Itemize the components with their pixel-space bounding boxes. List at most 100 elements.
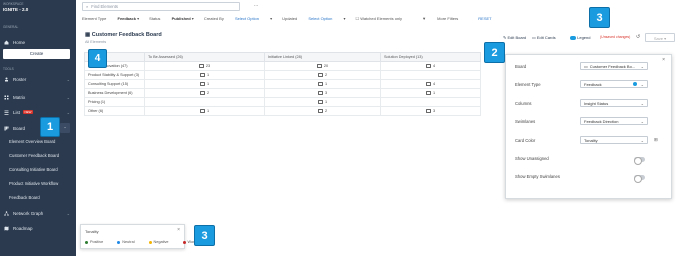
status-filter-label: Status [149,16,161,21]
chevron-down-icon: ⌄ [66,210,70,216]
created-by-filter[interactable]: Created By Select Option ▾ [204,16,272,21]
board-sub-item[interactable]: Consulting Initiative Board [9,167,58,172]
filter-icon: ▼ [422,16,427,21]
board-sub-item[interactable]: Feedback Board [9,195,40,200]
card-count-cell[interactable]: 23 [144,61,265,71]
board-sub-item[interactable]: Customer Feedback Board [9,153,59,158]
columns-select[interactable]: Insight Status ⌄ [580,99,648,107]
card-color-select-value: Tonality [584,137,598,143]
palette-icon[interactable]: ⊞ [654,137,658,143]
board-sub-item[interactable]: Product Initiative Workflow [9,181,58,186]
card-icon [316,64,322,68]
save-button[interactable]: Save ▾ [645,33,675,42]
legend-toggle[interactable]: Legend [570,35,590,40]
workspace-name[interactable]: IGNITE - 2.0 [3,7,28,12]
element-type-select[interactable]: Feedback ⌄ [580,80,648,88]
card-color-setting-label: Card Color [515,138,536,143]
show-unassigned-toggle[interactable] [634,156,645,165]
create-button[interactable]: Create [3,49,70,59]
table-row: Consulting Support (15) 1 1 4 [84,79,481,89]
column-header[interactable]: Solution Deployed (13) [380,52,481,62]
card-count-cell[interactable]: 2 [264,70,381,80]
card-color-select[interactable]: Tonality ⌄ [580,136,648,144]
column-header[interactable]: To Be Assessed (26) [144,52,265,62]
matrix-label: Matrix [13,94,26,100]
wondering-dot-icon [182,240,186,244]
list-label: List [13,109,21,115]
sidebar-item-network-graph[interactable]: Network Graph ⌄ [0,208,76,218]
edit-board-button[interactable]: ✎ Edit Board [503,35,526,40]
card-count-cell[interactable]: 2 [144,88,265,98]
undo-icon[interactable]: ↺ [636,34,640,40]
element-type-filter-label: Element Type [82,16,107,21]
chevron-down-icon: ⌄ [640,100,644,106]
close-icon[interactable]: × [177,227,180,233]
columns-setting-label: Columns [515,101,532,106]
column-header[interactable]: Initiative Linked (28) [264,52,381,62]
swimlane-label[interactable]: Business Development (6) [84,88,145,98]
card-count-cell[interactable]: 4 [380,79,481,89]
card-count: 1 [324,100,328,104]
legend-item: Positive [85,240,110,244]
swimlane-label[interactable]: Other (6) [84,106,145,116]
card-icon [199,82,205,86]
card-icon [199,73,205,77]
card-count-cell[interactable]: 3 [380,106,481,116]
swimlanes-setting-label: Swimlanes [515,119,536,124]
table-header-row: To Be Assessed (26) Initiative Linked (2… [84,52,481,62]
swimlane-label[interactable]: Product Stability & Support (3) [84,70,145,80]
sidebar-item-list[interactable]: List NEW ⌄ [0,107,76,117]
sidebar-item-home[interactable]: Home [0,37,76,47]
sidebar-item-matrix[interactable]: Matrix ⌄ [0,92,76,102]
clear-icon[interactable] [633,82,637,86]
status-filter[interactable]: Status Published ▾ [149,16,194,21]
card-count: 1 [206,109,210,113]
element-type-filter-value: Feedback [117,16,136,21]
chevron-down-icon: ⌄ [640,137,644,143]
search-input[interactable]: ⌕ Find Elements [82,2,240,11]
card-count-cell[interactable]: 4 [380,61,481,71]
edit-cards-button[interactable]: ▭ Edit Cards [532,35,556,40]
card-count-cell[interactable]: 1 [144,106,265,116]
board-sub-item[interactable]: Element Overview Board [9,139,55,144]
matrix-icon [4,95,9,100]
updated-filter[interactable]: Updated Select Option ▾ [282,16,345,21]
card-count: 2 [206,91,210,95]
card-count-cell [144,97,265,107]
positive-dot-icon [85,240,88,244]
reset-button[interactable]: RESET [478,16,491,21]
legend-item-label: Positive [90,240,104,244]
roster-icon [4,77,9,82]
swimlane-label[interactable]: Consulting Support (15) [84,79,145,89]
more-filters-button[interactable]: ▼ More Filters [422,16,468,21]
card-count-cell[interactable]: 1 [380,88,481,98]
sidebar-item-roadmap[interactable]: Roadmap [0,223,76,233]
element-type-filter[interactable]: Element Type Feedback ▾ [82,16,139,21]
card-count: 1 [206,73,210,77]
board-collapse-toggle[interactable]: ⌃ [60,123,70,133]
swimlanes-select[interactable]: Feedback Direction ⌄ [580,117,648,125]
card-count-cell[interactable]: 1 [144,70,265,80]
chevron-down-icon: ⌄ [640,118,644,124]
table-row: Other (6) 1 2 3 [84,106,481,116]
card-count-cell [380,97,481,107]
more-options-icon[interactable]: ... [254,2,258,8]
list-icon [4,110,9,115]
card-count-cell[interactable]: 1 [264,97,381,107]
card-icon [425,109,431,113]
board-select[interactable]: ▭ Customer Feedback Bo... ⌄ [580,62,648,70]
card-count-cell[interactable]: 3 [264,88,381,98]
card-count-cell[interactable]: 2 [264,106,381,116]
board-settings-panel: × Board ▭ Customer Feedback Bo... ⌄ Elemen… [505,54,672,199]
legend-label: Legend [577,35,591,40]
card-count-cell[interactable]: 1 [264,79,381,89]
close-icon[interactable]: × [662,57,665,63]
card-count-cell[interactable]: 20 [264,61,381,71]
sidebar-item-roster[interactable]: Roster ⌄ [0,74,76,84]
show-empty-swimlanes-toggle[interactable] [634,174,645,183]
watched-elements-checkbox[interactable]: ☐ Watched Elements only [355,16,412,21]
card-count-cell[interactable]: 1 [144,79,265,89]
card-icon [317,73,323,77]
board-subtitle: All Elements [85,40,107,44]
swimlane-label[interactable]: Pricing (1) [84,97,145,107]
